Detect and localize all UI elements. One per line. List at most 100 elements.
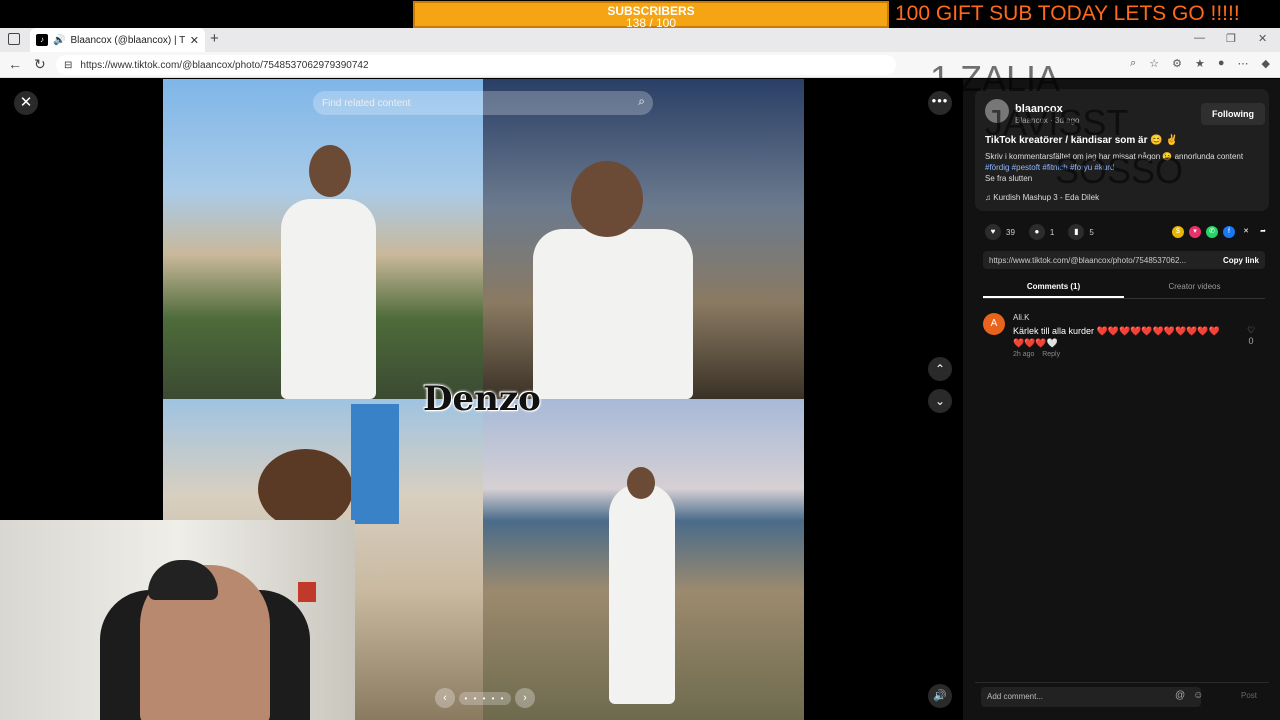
photo-panel-1 bbox=[163, 79, 483, 399]
tab-title: Blaancox (@blaancox) | TikTok bbox=[70, 34, 185, 46]
person-head bbox=[309, 145, 351, 197]
share-arrow-icon[interactable]: ➦ bbox=[1257, 226, 1269, 238]
profile-icon[interactable]: ● bbox=[1218, 57, 1225, 70]
streamer-webcam bbox=[0, 520, 355, 720]
browser-toolbar-icons: ⌕ ☆ ⚙ ★ ● ⋯ ◆ bbox=[1130, 57, 1270, 70]
photo-viewer: ✕ ••• Denzo Find related content ⌕ ‹ • •… bbox=[0, 79, 963, 720]
music-info[interactable]: ♫ Kurdish Mashup 3 - Eda Dilek bbox=[985, 193, 1099, 202]
save-count: 5 bbox=[1089, 227, 1094, 237]
site-info-icon[interactable]: ⊟ bbox=[64, 60, 72, 71]
mention-icon[interactable]: @ bbox=[1175, 690, 1185, 701]
like-count: 39 bbox=[1006, 227, 1015, 237]
reply-button[interactable]: Reply bbox=[1042, 351, 1060, 358]
comment-like[interactable]: ♡ 0 bbox=[1247, 325, 1255, 346]
x-icon[interactable]: ✕ bbox=[1240, 226, 1252, 238]
copy-link-button[interactable]: Copy link bbox=[1217, 256, 1265, 265]
extensions-icon[interactable]: ⚙ bbox=[1172, 57, 1182, 70]
browser-tab-active[interactable]: ♪ 🔊 Blaancox (@blaancox) | TikTok ✕ bbox=[30, 28, 205, 52]
photo-caption: Denzo bbox=[423, 379, 541, 419]
sign-board bbox=[351, 404, 399, 524]
minimize-icon[interactable]: — bbox=[1194, 32, 1205, 44]
person-figure bbox=[609, 484, 675, 704]
person-head bbox=[258, 449, 353, 529]
stream-overlay-bar: SUBSCRIBERS 138 / 100 100 GIFT SUB TODAY… bbox=[0, 0, 1280, 29]
comment-meta: 2h ago Reply bbox=[1013, 351, 1060, 358]
repost-icon[interactable]: ▾ bbox=[1189, 226, 1201, 238]
carousel-next-button[interactable]: › bbox=[515, 688, 535, 708]
post-comment-button[interactable]: Post bbox=[1241, 691, 1257, 700]
gift-sub-banner: 100 GIFT SUB TODAY LETS GO !!!!! bbox=[895, 2, 1240, 25]
wall-poster bbox=[298, 582, 316, 602]
share-link-row: https://www.tiktok.com/@blaancox/photo/7… bbox=[983, 251, 1265, 269]
share-url[interactable]: https://www.tiktok.com/@blaancox/photo/7… bbox=[989, 256, 1217, 265]
favorites-icon[interactable]: ★ bbox=[1195, 57, 1205, 70]
next-video-button[interactable]: ⌄ bbox=[928, 389, 952, 413]
window-close-icon[interactable]: ✕ bbox=[1258, 32, 1267, 45]
restore-icon[interactable]: ❐ bbox=[1226, 32, 1236, 45]
comment-like-count: 0 bbox=[1248, 336, 1254, 346]
carousel-dots: • • • • • bbox=[458, 691, 512, 705]
share-icons: $ ▾ ✆ f ✕ ➦ bbox=[1172, 226, 1269, 238]
new-tab-button[interactable]: + bbox=[210, 30, 219, 47]
post-desc-extra: Se fra slutten bbox=[985, 174, 1033, 183]
person-head bbox=[571, 161, 643, 237]
browser-addressbar: ← ↻ ⊟ https://www.tiktok.com/@blaancox/p… bbox=[0, 52, 1280, 78]
zoom-icon[interactable]: ⌕ bbox=[1130, 57, 1136, 70]
like-action[interactable]: ♥ 39 bbox=[985, 224, 1015, 240]
tiktok-favicon-icon: ♪ bbox=[36, 34, 48, 46]
related-content-search[interactable]: Find related content ⌕ bbox=[313, 91, 653, 115]
following-button[interactable]: Following bbox=[1201, 103, 1265, 125]
action-bar: ♥ 39 ● 1 ▮ 5 $ ▾ ✆ f ✕ ➦ bbox=[985, 224, 1269, 240]
copilot-icon[interactable]: ◆ bbox=[1262, 57, 1270, 70]
bookmark-icon[interactable]: ▮ bbox=[1068, 224, 1085, 240]
back-icon[interactable]: ← bbox=[8, 56, 22, 72]
comment-count: 1 bbox=[1049, 227, 1055, 237]
whatsapp-icon[interactable]: ✆ bbox=[1206, 226, 1218, 238]
reload-icon[interactable]: ↻ bbox=[34, 56, 46, 73]
composer-icons: @ ☺ bbox=[1175, 690, 1203, 701]
comment-text: Kärlek till alla kurder ❤️❤️❤️❤️❤️❤️❤️❤️… bbox=[1013, 325, 1231, 349]
subscriber-goal: SUBSCRIBERS 138 / 100 bbox=[413, 1, 889, 29]
favorite-star-icon[interactable]: ☆ bbox=[1149, 57, 1159, 70]
photo-panel-4 bbox=[483, 399, 804, 720]
emoji-icon[interactable]: ☺ bbox=[1193, 690, 1203, 701]
commenter-avatar[interactable]: A bbox=[983, 313, 1005, 335]
carousel-nav: ‹ • • • • • › bbox=[435, 688, 535, 708]
add-comment-input[interactable]: Add comment... bbox=[981, 687, 1201, 707]
overlay-text-1: 1 ZALIA bbox=[930, 58, 1061, 99]
save-action[interactable]: ▮ 5 bbox=[1068, 224, 1094, 240]
person-head bbox=[627, 467, 655, 499]
tab-close-icon[interactable]: ✕ bbox=[190, 34, 199, 47]
comment-heart-icon[interactable]: ♡ bbox=[1247, 325, 1255, 336]
comment-icon[interactable]: ● bbox=[1028, 224, 1045, 240]
search-icon[interactable]: ⌕ bbox=[638, 94, 645, 109]
volume-button[interactable]: 🔊 bbox=[928, 684, 952, 708]
menu-icon[interactable]: ⋯ bbox=[1238, 57, 1249, 70]
related-search-placeholder: Find related content bbox=[322, 97, 411, 109]
music-note-icon: ♫ bbox=[985, 193, 991, 202]
panel-tabs: Comments (1) Creator videos bbox=[983, 277, 1265, 299]
url-field[interactable]: ⊟ https://www.tiktok.com/@blaancox/photo… bbox=[56, 55, 896, 75]
browser-tabstrip: ♪ 🔊 Blaancox (@blaancox) | TikTok ✕ + — … bbox=[0, 28, 1280, 52]
commenter-name[interactable]: Ali.K bbox=[1013, 313, 1029, 322]
coin-icon[interactable]: $ bbox=[1172, 226, 1184, 238]
overlay-text-2: JAVISST bbox=[985, 102, 1129, 143]
url-text: https://www.tiktok.com/@blaancox/photo/7… bbox=[80, 59, 369, 71]
speaker-icon[interactable]: 🔊 bbox=[53, 35, 65, 46]
comment-composer: Add comment... @ ☺ Post bbox=[975, 682, 1269, 710]
overlay-text-3: SOSSO bbox=[1055, 150, 1184, 191]
music-title: Kurdish Mashup 3 - Eda Dilek bbox=[993, 193, 1100, 202]
tab-comments[interactable]: Comments (1) bbox=[983, 277, 1124, 298]
facebook-icon[interactable]: f bbox=[1223, 226, 1235, 238]
close-viewer-button[interactable]: ✕ bbox=[14, 91, 38, 115]
photo-panel-2 bbox=[483, 79, 804, 399]
person-figure bbox=[533, 229, 693, 399]
comment-action[interactable]: ● 1 bbox=[1028, 224, 1055, 240]
previous-video-button[interactable]: ⌃ bbox=[928, 357, 952, 381]
heart-icon[interactable]: ♥ bbox=[985, 224, 1001, 240]
tab-actions-icon[interactable] bbox=[8, 33, 20, 45]
tab-creator-videos[interactable]: Creator videos bbox=[1124, 277, 1265, 298]
person-figure bbox=[281, 199, 376, 399]
comment-body: Kärlek till alla kurder bbox=[1013, 326, 1095, 336]
carousel-prev-button[interactable]: ‹ bbox=[435, 688, 455, 708]
